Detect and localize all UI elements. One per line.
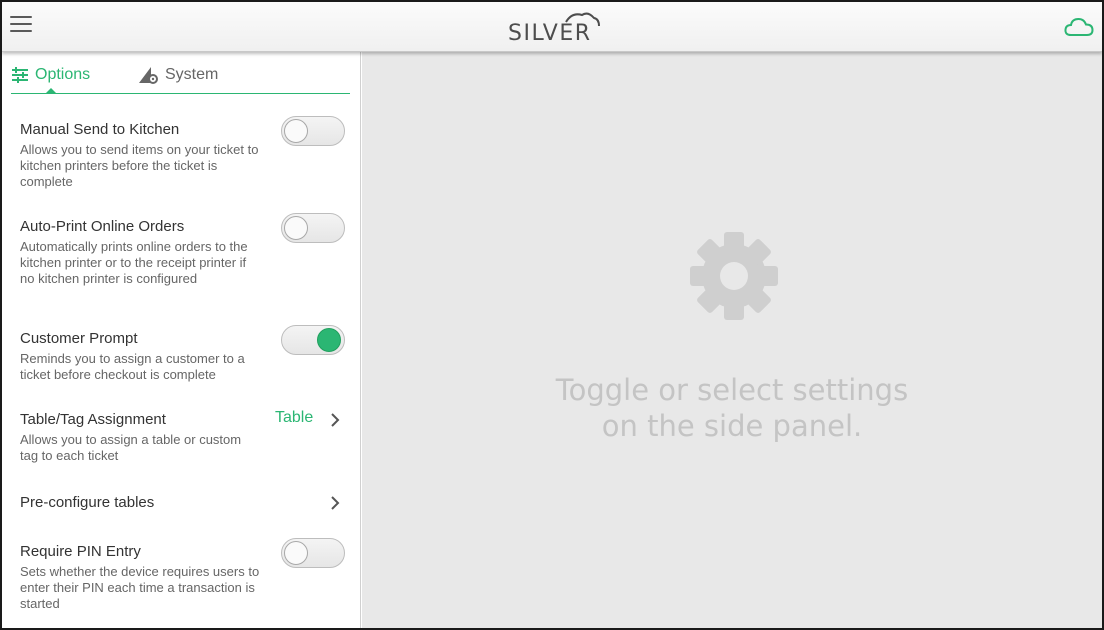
empty-state-line-2: on the side panel.: [601, 409, 863, 443]
tab-system-label: System: [165, 66, 219, 83]
settings-detail-panel: Toggle or select settings on the side pa…: [362, 52, 1102, 628]
logo-text: SILVER: [508, 21, 592, 46]
sliders-icon: [12, 67, 28, 83]
tab-system[interactable]: System: [137, 64, 218, 86]
setting-title: Pre-configure tables: [20, 494, 155, 511]
setting-require-pin-entry: Require PIN Entry Sets whether the devic…: [20, 538, 350, 612]
setting-manual-send-to-kitchen: Manual Send to Kitchen Allows you to sen…: [20, 116, 350, 190]
auto-print-online-orders-toggle[interactable]: [281, 213, 345, 243]
setting-customer-prompt: Customer Prompt Reminds you to assign a …: [20, 325, 350, 383]
tab-options-label: Options: [35, 66, 91, 83]
active-tab-indicator: [45, 88, 57, 94]
gear-icon: [686, 228, 782, 324]
system-settings-icon: [139, 67, 158, 84]
setting-auto-print-online-orders: Auto-Print Online Orders Automatically p…: [20, 213, 350, 287]
setting-description: Sets whether the device requires users t…: [20, 564, 260, 611]
settings-side-panel: Options System Manual Send to Kitchen Al…: [2, 52, 361, 628]
setting-description: Reminds you to assign a customer to a ti…: [20, 351, 245, 382]
silver-logo: SILVER: [506, 10, 606, 46]
setting-pre-configure-tables[interactable]: Pre-configure tables: [20, 494, 350, 512]
setting-description: Automatically prints online orders to th…: [20, 239, 248, 286]
setting-table-tag-assignment[interactable]: Table/Tag Assignment Allows you to assig…: [20, 409, 350, 464]
require-pin-entry-toggle[interactable]: [281, 538, 345, 568]
chevron-right-icon[interactable]: [328, 494, 342, 512]
table-tag-value[interactable]: Table: [275, 409, 313, 427]
setting-description: Allows you to assign a table or custom t…: [20, 432, 242, 463]
settings-tabs: Options System: [11, 52, 350, 94]
app-window: SILVER Options System Manual Send to Kit…: [0, 0, 1104, 630]
setting-description: Allows you to send items on your ticket …: [20, 142, 259, 189]
customer-prompt-toggle[interactable]: [281, 325, 345, 355]
empty-state-message: Toggle or select settings on the side pa…: [532, 372, 932, 444]
top-bar: SILVER: [2, 2, 1102, 52]
chevron-right-icon[interactable]: [328, 411, 342, 429]
tab-options[interactable]: Options: [11, 64, 90, 86]
hamburger-menu-icon[interactable]: [10, 16, 34, 36]
manual-send-to-kitchen-toggle[interactable]: [281, 116, 345, 146]
empty-state-line-1: Toggle or select settings: [555, 373, 909, 407]
cloud-icon[interactable]: [1064, 16, 1094, 38]
